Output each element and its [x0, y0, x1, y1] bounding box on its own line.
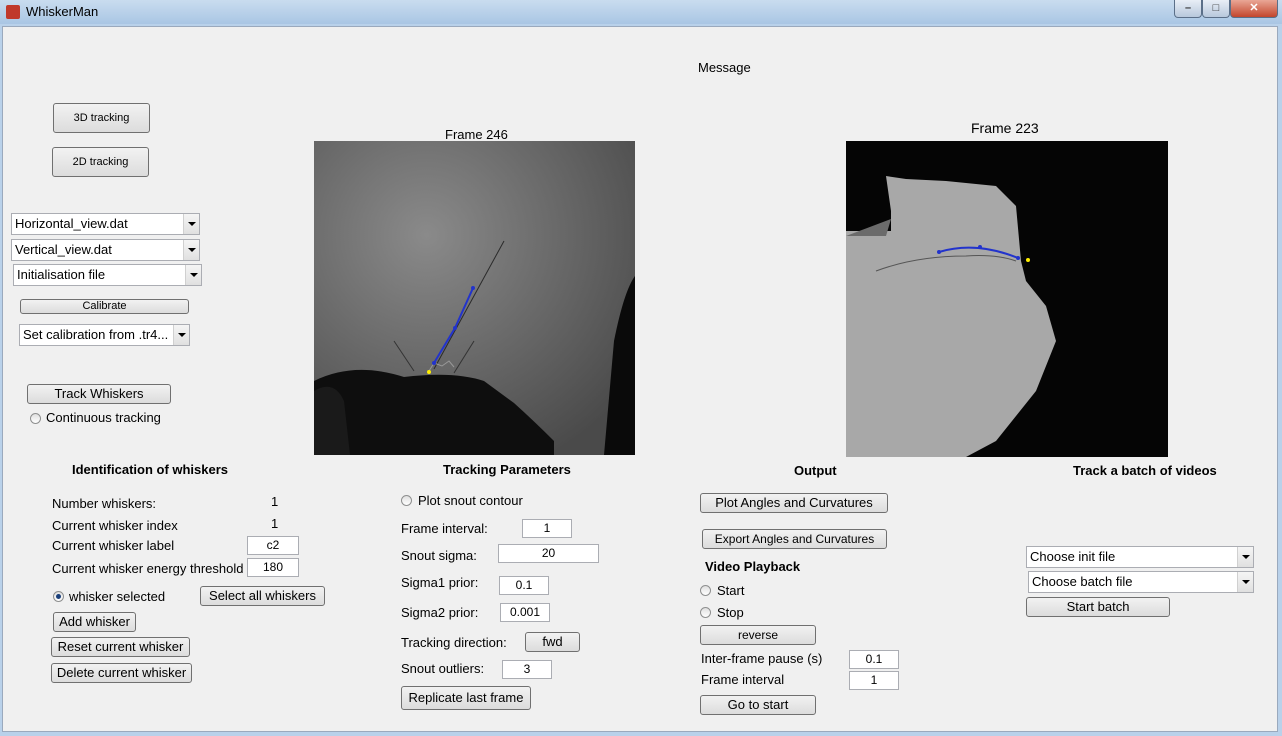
add-whisker-button[interactable]: Add whisker [53, 612, 136, 632]
sigma1-prior-label: Sigma1 prior: [401, 575, 479, 590]
right-frame-title: Frame 223 [971, 120, 1039, 136]
export-angles-button[interactable]: Export Angles and Curvatures [702, 529, 887, 549]
inter-frame-pause-label: Inter-frame pause (s) [701, 651, 823, 666]
figure-window: Message 3D tracking 2D tracking Horizont… [2, 26, 1278, 732]
matlab-icon [6, 5, 20, 19]
playback-start-label: Start [717, 583, 745, 598]
playback-frame-interval-input[interactable]: 1 [849, 671, 899, 690]
title-bar: WhiskerMan – □ ✕ [0, 0, 1282, 24]
vertical-view-value: Vertical_view.dat [15, 242, 112, 257]
vertical-view-select[interactable]: Vertical_view.dat [11, 239, 200, 261]
playback-frame-interval-label: Frame interval [701, 672, 785, 687]
left-frame-title: Frame 246 [445, 127, 508, 142]
reset-whisker-button[interactable]: Reset current whisker [51, 637, 190, 657]
plot-snout-contour-label: Plot snout contour [418, 493, 523, 508]
chevron-down-icon [1237, 547, 1253, 567]
delete-whisker-button[interactable]: Delete current whisker [51, 663, 192, 683]
horizontal-frame-image[interactable] [314, 141, 635, 455]
whisker-label-input[interactable]: c2 [247, 536, 299, 555]
playback-stop-label: Stop [717, 605, 744, 620]
go-to-start-button[interactable]: Go to start [700, 695, 816, 715]
reverse-button[interactable]: reverse [700, 625, 816, 645]
horizontal-view-select[interactable]: Horizontal_view.dat [11, 213, 200, 235]
frame-interval-label: Frame interval: [401, 521, 488, 536]
horizontal-frame-canvas [314, 141, 635, 455]
continuous-tracking-label: Continuous tracking [46, 410, 161, 425]
playback-start-radio[interactable] [700, 585, 711, 596]
start-batch-button[interactable]: Start batch [1026, 597, 1170, 617]
playback-stop-radio[interactable] [700, 607, 711, 618]
3d-tracking-button[interactable]: 3D tracking [53, 103, 150, 133]
chevron-down-icon [183, 214, 199, 234]
close-icon: ✕ [1249, 2, 1259, 14]
sigma1-prior-input[interactable]: 0.1 [499, 576, 549, 595]
batch-file-value: Choose batch file [1032, 574, 1133, 589]
plot-snout-contour-radio[interactable] [401, 495, 412, 506]
chevron-down-icon [185, 265, 201, 285]
inter-frame-pause-input[interactable]: 0.1 [849, 650, 899, 669]
select-all-whiskers-button[interactable]: Select all whiskers [200, 586, 325, 606]
number-whiskers-value: 1 [271, 494, 279, 509]
tracking-direction-button[interactable]: fwd [525, 632, 580, 652]
2d-tracking-button[interactable]: 2D tracking [52, 147, 149, 177]
horizontal-view-value: Horizontal_view.dat [15, 216, 128, 231]
init-file-value: Choose init file [1030, 549, 1116, 564]
chevron-down-icon [183, 240, 199, 260]
output-heading: Output [794, 463, 837, 478]
batch-heading: Track a batch of videos [1073, 463, 1217, 478]
window-title: WhiskerMan [26, 4, 99, 19]
minimize-icon: – [1184, 2, 1192, 14]
snout-outliers-label: Snout outliers: [401, 661, 485, 676]
calibration-source-select[interactable]: Set calibration from .tr4... [19, 324, 190, 346]
chevron-down-icon [173, 325, 189, 345]
video-playback-heading: Video Playback [705, 559, 801, 574]
vertical-frame-canvas [846, 141, 1168, 457]
plot-angles-button[interactable]: Plot Angles and Curvatures [700, 493, 888, 513]
snout-sigma-input[interactable]: 20 [498, 544, 599, 563]
energy-threshold-input[interactable]: 180 [247, 558, 299, 577]
snout-outliers-input[interactable]: 3 [502, 660, 552, 679]
calibrate-button[interactable]: Calibrate [20, 299, 189, 314]
number-whiskers-label: Number whiskers: [52, 496, 157, 511]
initialisation-file-value: Initialisation file [17, 267, 106, 282]
close-button[interactable]: ✕ [1230, 0, 1278, 18]
whisker-selected-radio[interactable] [53, 591, 64, 602]
whisker-index-label: Current whisker index [52, 518, 178, 533]
identification-heading: Identification of whiskers [72, 462, 229, 477]
batch-file-select[interactable]: Choose batch file [1028, 571, 1254, 593]
whisker-selected-label: whisker selected [69, 589, 166, 604]
vertical-frame-image[interactable] [846, 141, 1168, 457]
track-whiskers-button[interactable]: Track Whiskers [27, 384, 171, 404]
snout-sigma-label: Snout sigma: [401, 548, 477, 563]
message-text: Message [698, 60, 751, 75]
initialisation-file-select[interactable]: Initialisation file [13, 264, 202, 286]
maximize-button[interactable]: □ [1202, 0, 1230, 18]
calibration-source-value: Set calibration from .tr4... [23, 327, 169, 342]
init-file-select[interactable]: Choose init file [1026, 546, 1254, 568]
tracking-direction-label: Tracking direction: [401, 635, 507, 650]
replicate-last-frame-button[interactable]: Replicate last frame [401, 686, 531, 710]
sigma2-prior-label: Sigma2 prior: [401, 605, 479, 620]
whisker-label-label: Current whisker label [52, 538, 175, 553]
continuous-tracking-radio[interactable] [30, 413, 41, 424]
whisker-index-value: 1 [271, 516, 279, 531]
frame-interval-input[interactable]: 1 [522, 519, 572, 538]
maximize-icon: □ [1212, 2, 1220, 14]
tracking-parameters-heading: Tracking Parameters [443, 462, 571, 477]
chevron-down-icon [1237, 572, 1253, 592]
energy-threshold-label: Current whisker energy threshold [52, 561, 244, 576]
sigma2-prior-input[interactable]: 0.001 [500, 603, 550, 622]
minimize-button[interactable]: – [1174, 0, 1202, 18]
